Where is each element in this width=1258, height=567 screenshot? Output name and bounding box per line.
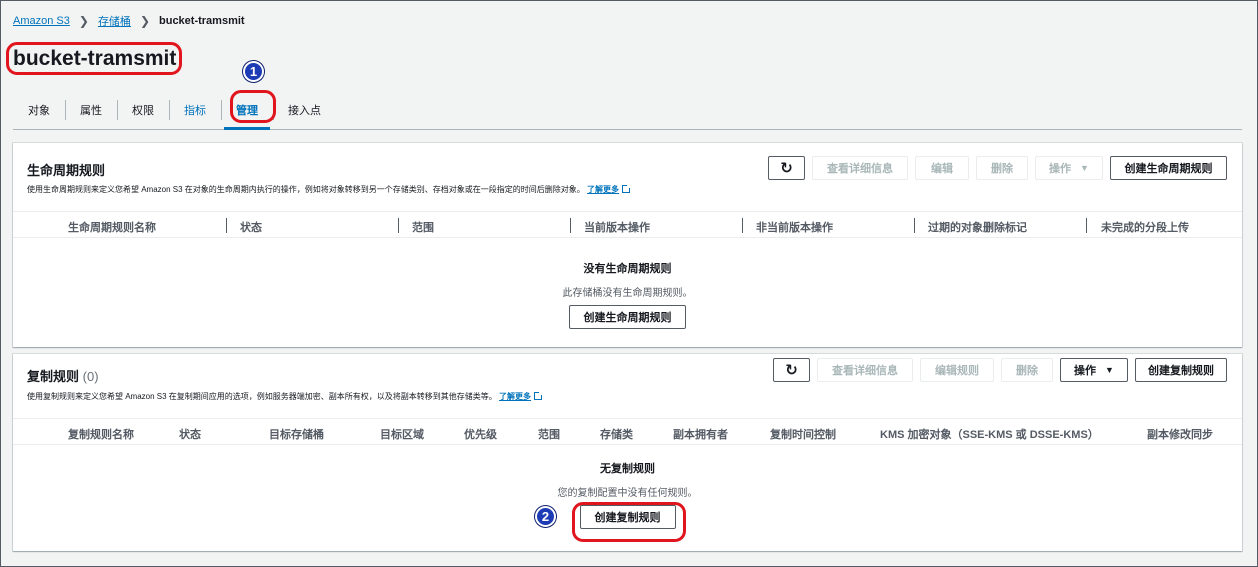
column-header[interactable]: KMS 加密对象（SSE-KMS 或 DSSE-KMS） — [880, 426, 1099, 442]
external-link-icon — [534, 391, 544, 400]
external-link-icon — [622, 184, 632, 193]
column-header[interactable]: 范围 — [538, 426, 560, 442]
column-header[interactable]: 存储类 — [600, 426, 633, 442]
lifecycle-table-header: 生命周期规则名称 状态 范围 当前版本操作 非当前版本操作 过期的对象删除标记 … — [13, 211, 1242, 238]
replication-toolbar: ↻ 查看详细信息 编辑规则 删除 操作 ▼ 创建复制规则 — [773, 358, 1227, 382]
replication-title-text: 复制规则 — [27, 369, 80, 384]
column-header[interactable]: 目标存储桶 — [269, 426, 324, 442]
breadcrumb: Amazon S3 ❯ 存储桶 ❯ bucket-tramsmit — [13, 13, 245, 29]
learn-more-label: 了解更多 — [499, 392, 532, 401]
lifecycle-description: 使用生命周期规则来定义您希望 Amazon S3 在对象的生命周期内执行的操作，… — [27, 184, 632, 195]
breadcrumb-buckets-link[interactable]: 存储桶 — [98, 13, 131, 29]
create-replication-rule-button[interactable]: 创建复制规则 — [1135, 358, 1227, 382]
page-title: bucket-tramsmit — [13, 47, 177, 70]
view-details-button[interactable]: 查看详细信息 — [817, 358, 913, 382]
edit-rule-button[interactable]: 编辑规则 — [920, 358, 994, 382]
actions-dropdown[interactable]: 操作 ▼ — [1035, 156, 1103, 180]
learn-more-label: 了解更多 — [587, 185, 620, 194]
tab-properties[interactable]: 属性 — [65, 97, 117, 122]
column-header[interactable]: 状态 — [240, 219, 262, 235]
tab-objects[interactable]: 对象 — [13, 97, 65, 122]
lifecycle-title: 生命周期规则 — [27, 163, 106, 178]
replication-table-header: 复制规则名称 状态 目标存储桶 目标区域 优先级 范围 存储类 副本拥有者 复制… — [13, 418, 1242, 445]
chevron-right-icon: ❯ — [139, 14, 150, 28]
column-header[interactable]: 范围 — [412, 219, 434, 235]
view-details-button[interactable]: 查看详细信息 — [812, 156, 908, 180]
column-divider — [1086, 218, 1087, 233]
step-badge-1: 1 — [243, 61, 264, 82]
refresh-button[interactable]: ↻ — [773, 358, 810, 382]
replication-panel: 复制规则 (0) 使用复制规则来定义您希望 Amazon S3 在复制期间应用的… — [13, 354, 1242, 551]
replication-description-text: 使用复制规则来定义您希望 Amazon S3 在复制期间应用的选项，例如服务器端… — [27, 392, 497, 401]
column-header[interactable]: 目标区域 — [380, 426, 424, 442]
column-header[interactable]: 复制规则名称 — [68, 426, 134, 442]
breadcrumb-current: bucket-tramsmit — [159, 15, 245, 27]
column-header[interactable]: 过期的对象删除标记 — [928, 219, 1027, 235]
lifecycle-toolbar: ↻ 查看详细信息 编辑 删除 操作 ▼ 创建生命周期规则 — [768, 156, 1227, 180]
column-header[interactable]: 当前版本操作 — [584, 219, 650, 235]
column-divider — [398, 218, 399, 233]
actions-label: 操作 — [1074, 365, 1097, 377]
replication-description: 使用复制规则来定义您希望 Amazon S3 在复制期间应用的选项，例如服务器端… — [27, 391, 544, 402]
tab-bar: 对象 属性 权限 指标 管理 接入点 — [13, 97, 1242, 130]
lifecycle-learn-more-link[interactable]: 了解更多 — [587, 184, 632, 194]
empty-subtitle: 您的复制配置中没有任何规则。 — [557, 488, 698, 499]
create-replication-rule-empty-button[interactable]: 创建复制规则 — [579, 505, 676, 529]
create-lifecycle-rule-empty-button[interactable]: 创建生命周期规则 — [569, 305, 686, 329]
replication-count: (0) — [82, 369, 99, 384]
column-header[interactable]: 状态 — [179, 426, 201, 442]
refresh-button[interactable]: ↻ — [768, 156, 805, 180]
empty-title: 没有生命周期规则 — [583, 263, 672, 275]
tab-permissions[interactable]: 权限 — [117, 97, 169, 122]
column-divider — [914, 218, 915, 233]
step-badge-2: 2 — [535, 506, 556, 527]
column-header[interactable]: 生命周期规则名称 — [68, 219, 156, 235]
tab-metrics[interactable]: 指标 — [169, 97, 221, 122]
column-header[interactable]: 未完成的分段上传 — [1101, 219, 1189, 235]
replication-learn-more-link[interactable]: 了解更多 — [499, 391, 544, 401]
column-header[interactable]: 非当前版本操作 — [756, 219, 833, 235]
empty-subtitle: 此存储桶没有生命周期规则。 — [562, 288, 693, 299]
delete-button[interactable]: 删除 — [1001, 358, 1053, 382]
column-divider — [570, 218, 571, 233]
actions-label: 操作 — [1049, 163, 1072, 175]
caret-down-icon: ▼ — [1105, 365, 1114, 375]
delete-button[interactable]: 删除 — [976, 156, 1028, 180]
tab-management[interactable]: 管理 — [221, 97, 273, 130]
breadcrumb-s3-link[interactable]: Amazon S3 — [13, 15, 70, 27]
column-divider — [742, 218, 743, 233]
tab-access-points[interactable]: 接入点 — [273, 97, 336, 122]
column-header[interactable]: 副本拥有者 — [673, 426, 728, 442]
lifecycle-description-text: 使用生命周期规则来定义您希望 Amazon S3 在对象的生命周期内执行的操作，… — [27, 185, 585, 194]
actions-dropdown[interactable]: 操作 ▼ — [1060, 358, 1128, 382]
replication-empty-state: 无复制规则 您的复制配置中没有任何规则。 创建复制规则 — [13, 460, 1242, 529]
column-header[interactable]: 副本修改同步 — [1147, 426, 1213, 442]
lifecycle-empty-state: 没有生命周期规则 此存储桶没有生命周期规则。 创建生命周期规则 — [13, 260, 1242, 329]
column-header[interactable]: 复制时间控制 — [770, 426, 836, 442]
lifecycle-panel: 生命周期规则 使用生命周期规则来定义您希望 Amazon S3 在对象的生命周期… — [13, 143, 1242, 347]
create-lifecycle-rule-button[interactable]: 创建生命周期规则 — [1110, 156, 1227, 180]
replication-title: 复制规则 (0) — [27, 366, 99, 385]
column-divider — [226, 218, 227, 233]
column-header[interactable]: 优先级 — [464, 426, 497, 442]
edit-button[interactable]: 编辑 — [915, 156, 969, 180]
empty-title: 无复制规则 — [600, 463, 655, 475]
chevron-right-icon: ❯ — [78, 14, 89, 28]
caret-down-icon: ▼ — [1080, 163, 1089, 173]
